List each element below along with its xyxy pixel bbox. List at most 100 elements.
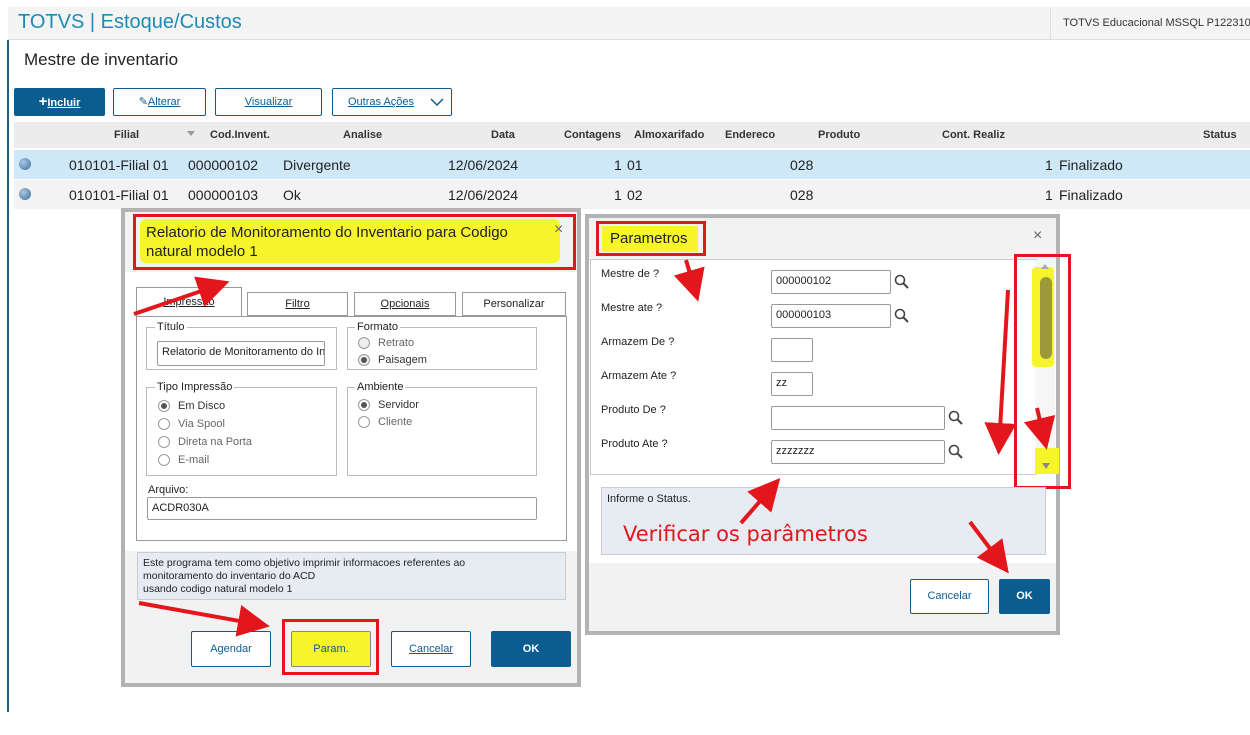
annotation-text: Verificar os parâmetros: [623, 522, 868, 546]
cliente-label: Cliente: [378, 416, 413, 428]
description-box: Este programa tem como objetivo imprimir…: [137, 552, 566, 600]
paisagem-label: Paisagem: [378, 354, 427, 366]
visualizar-button[interactable]: Visualizar: [215, 88, 322, 116]
annotation-box: [596, 221, 706, 256]
cell-filial: 010101-Filial 01: [69, 187, 169, 203]
left-accent-line: [7, 40, 9, 712]
param-label: Produto Ate ?: [601, 438, 668, 450]
cell-produto: 028: [790, 157, 814, 173]
formato-group: [347, 327, 537, 370]
table-row[interactable]: 010101-Filial 01 000000103 Ok 12/06/2024…: [14, 180, 1250, 209]
ambiente-group: [347, 387, 537, 476]
cell-produto: 028: [790, 187, 814, 203]
pencil-icon: ✎: [138, 96, 148, 108]
tab-filtro[interactable]: Filtro: [247, 292, 348, 316]
close-icon[interactable]: ×: [1033, 227, 1042, 245]
grid-header: Filial Cod.Invent. Analise Data Contagen…: [14, 122, 1250, 148]
params-ok-button[interactable]: OK: [999, 579, 1050, 614]
col-analise[interactable]: Analise: [343, 129, 382, 141]
tab-personalizar[interactable]: Personalizar: [462, 292, 566, 316]
cell-analise: Divergente: [283, 157, 351, 173]
server-info: TOTVS Educacional MSSQL P122310: [1050, 8, 1250, 39]
param-label: Armazem Ate ?: [601, 370, 677, 382]
produto-ate-input[interactable]: zzzzzzz: [771, 440, 945, 464]
app-title: TOTVS | Estoque/Custos: [18, 11, 242, 33]
arquivo-input[interactable]: ACDR030A: [147, 497, 537, 520]
param-help-text: Informe o Status.: [607, 493, 691, 505]
param-label: Mestre de ?: [601, 268, 660, 280]
col-cont-realiz[interactable]: Cont. Realiz: [942, 129, 1005, 141]
col-endereco[interactable]: Endereco: [725, 129, 775, 141]
radio-cliente[interactable]: [358, 416, 370, 428]
radio-direta-porta[interactable]: [158, 436, 170, 448]
radio-email[interactable]: [158, 454, 170, 466]
armazem-de-input[interactable]: [771, 338, 813, 362]
cell-almox: 02: [627, 187, 643, 203]
sort-arrow-icon[interactable]: [186, 128, 196, 141]
servidor-label: Servidor: [378, 399, 419, 411]
alterar-button[interactable]: ✎Alterar: [113, 88, 206, 116]
ok-button[interactable]: OK: [491, 631, 571, 667]
param-label: Mestre ate ?: [601, 302, 663, 314]
incluir-button[interactable]: +Incluir: [14, 88, 105, 116]
cell-status: Finalizado: [1059, 187, 1123, 203]
col-status[interactable]: Status: [1203, 129, 1237, 141]
cell-contagens: 1: [614, 187, 622, 203]
radio-paisagem[interactable]: [358, 354, 370, 366]
cell-cod: 000000103: [188, 187, 259, 203]
col-contagens[interactable]: Contagens: [564, 129, 621, 141]
cell-cont: 1: [1045, 157, 1053, 173]
cell-data: 12/06/2024: [448, 187, 519, 203]
cell-filial: 010101-Filial 01: [69, 157, 169, 173]
retrato-label: Retrato: [378, 337, 415, 349]
table-row[interactable]: 010101-Filial 01 000000102 Divergente 12…: [14, 150, 1250, 179]
cell-almox: 01: [627, 157, 643, 173]
params-cancelar-button[interactable]: Cancelar: [910, 579, 989, 614]
status-ball-icon: [19, 188, 31, 200]
chevron-down-icon: [430, 98, 444, 107]
search-icon[interactable]: [948, 444, 964, 460]
cell-cont: 1: [1045, 187, 1053, 203]
col-produto[interactable]: Produto: [818, 129, 860, 141]
tab-impressao[interactable]: Impressão: [136, 287, 242, 317]
col-cod-invent[interactable]: Cod.Invent.: [210, 129, 270, 141]
mestre-ate-input[interactable]: 000000103: [771, 304, 891, 328]
email-label: E-mail: [178, 454, 210, 466]
tipo-impressao-label: Tipo Impressão: [155, 381, 235, 393]
direta-porta-label: Direta na Porta: [178, 436, 252, 448]
armazem-ate-input[interactable]: zz: [771, 372, 813, 396]
formato-label: Formato: [355, 321, 400, 333]
cell-contagens: 1: [614, 157, 622, 173]
col-data[interactable]: Data: [491, 129, 515, 141]
tab-opcionais[interactable]: Opcionais: [354, 292, 456, 316]
cancelar-button[interactable]: Cancelar: [391, 631, 471, 667]
param-label: Armazem De ?: [601, 336, 675, 348]
param-label: Produto De ?: [601, 404, 666, 416]
col-almoxarifado[interactable]: Almoxarifado: [634, 129, 704, 141]
search-icon[interactable]: [894, 274, 910, 290]
annotation-box: [1014, 254, 1071, 489]
produto-de-input[interactable]: [771, 406, 945, 430]
search-icon[interactable]: [948, 410, 964, 426]
status-ball-icon: [19, 158, 31, 170]
search-icon[interactable]: [894, 308, 910, 324]
titulo-label: Título: [155, 321, 187, 333]
cell-data: 12/06/2024: [448, 157, 519, 173]
agendar-button[interactable]: Agendar: [191, 631, 271, 667]
cell-status: Finalizado: [1059, 157, 1123, 173]
titulo-input[interactable]: Relatorio de Monitoramento do Inventario: [157, 341, 325, 366]
mestre-de-input[interactable]: 000000102: [771, 270, 891, 294]
tipo-impressao-group: [146, 387, 337, 476]
annotation-box: [282, 619, 379, 675]
radio-retrato[interactable]: [358, 337, 370, 349]
col-filial[interactable]: Filial: [114, 129, 139, 141]
radio-via-spool[interactable]: [158, 418, 170, 430]
radio-em-disco[interactable]: [158, 400, 170, 412]
arquivo-label: Arquivo:: [148, 484, 189, 496]
annotation-box: [133, 214, 576, 270]
radio-servidor[interactable]: [358, 399, 370, 411]
cell-analise: Ok: [283, 187, 301, 203]
outras-acoes-button[interactable]: Outras Ações: [332, 88, 452, 116]
em-disco-label: Em Disco: [178, 400, 226, 412]
description-line: monitoramento do inventario do ACD: [143, 570, 316, 582]
